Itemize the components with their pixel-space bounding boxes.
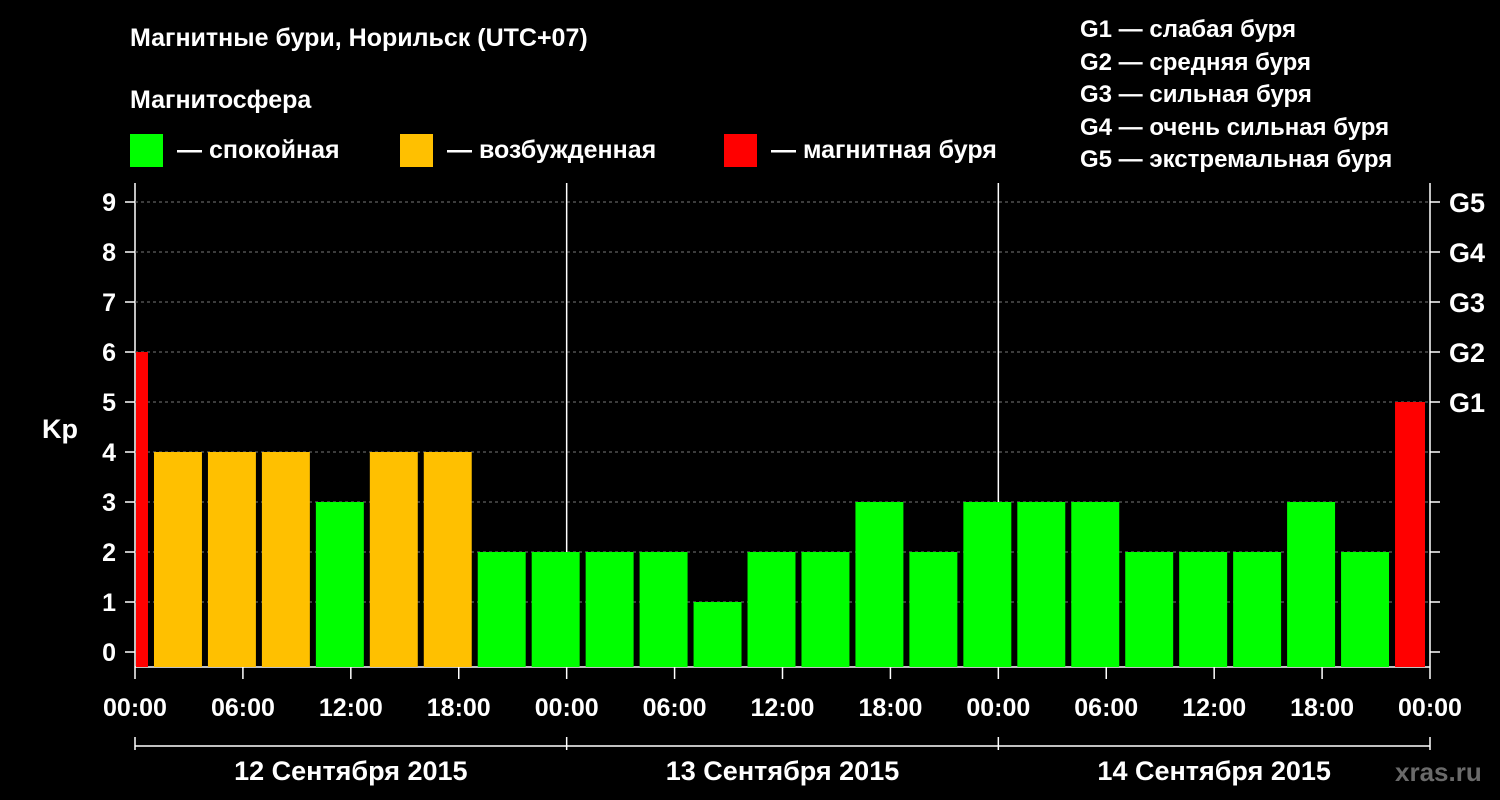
watermark: xras.ru: [1395, 757, 1482, 787]
x-tick-label-4: 00:00: [535, 694, 599, 722]
x-tick-label-8: 00:00: [966, 694, 1030, 722]
x-tick-label-5: 06:00: [643, 694, 707, 722]
kp-bar-20: [1179, 552, 1228, 667]
date-label-0: 12 Сентября 2015: [234, 756, 467, 786]
g-level-label-g4: G4: [1449, 238, 1485, 268]
y-axis-label: Kp: [42, 414, 78, 444]
kp-bar-11: [693, 602, 742, 667]
g-level-label-g5: G5: [1449, 188, 1485, 218]
kp-bar-21: [1233, 552, 1282, 667]
kp-bar-9: [585, 552, 634, 667]
date-label-1: 13 Сентября 2015: [666, 756, 899, 786]
kp-bar-24: [1395, 402, 1425, 667]
x-tick-label-9: 06:00: [1074, 694, 1138, 722]
date-label-2: 14 Сентября 2015: [1097, 756, 1330, 786]
kp-bar-6: [423, 452, 472, 667]
kp-bar-16: [963, 502, 1012, 667]
y-tick-label-5: 5: [102, 389, 116, 417]
kp-bar-7: [477, 552, 526, 667]
g-level-label-g2: G2: [1449, 338, 1485, 368]
kp-bar-3: [261, 452, 310, 667]
kp-bar-8: [531, 552, 580, 667]
y-tick-label-0: 0: [102, 639, 116, 667]
kp-bar-5: [369, 452, 418, 667]
x-tick-label-6: 12:00: [751, 694, 815, 722]
y-tick-label-2: 2: [102, 539, 116, 567]
x-tick-label-2: 12:00: [319, 694, 383, 722]
x-tick-label-7: 18:00: [858, 694, 922, 722]
kp-bar-18: [1071, 502, 1120, 667]
kp-bar-15: [909, 552, 958, 667]
y-tick-label-9: 9: [102, 189, 116, 217]
kp-bar-0: [136, 352, 148, 667]
kp-bar-chart: 0 1 2 3 4 5 6 7 8 9 G1 G2 G3 G4 G5 Kp 00:00 06:00 12:00 18:…: [42, 183, 1485, 786]
y-tick-label-6: 6: [102, 339, 116, 367]
kp-bar-19: [1125, 552, 1174, 667]
g-level-label-g3: G3: [1449, 288, 1485, 318]
kp-bar-23: [1341, 552, 1390, 667]
kp-bar-12: [747, 552, 796, 667]
y-tick-label-8: 8: [102, 239, 116, 267]
x-tick-label-11: 18:00: [1290, 694, 1354, 722]
kp-bar-13: [801, 552, 850, 667]
x-tick-label-0: 00:00: [103, 694, 167, 722]
x-tick-label-3: 18:00: [427, 694, 491, 722]
y-tick-label-1: 1: [102, 589, 116, 617]
kp-bar-2: [207, 452, 256, 667]
y-tick-label-3: 3: [102, 489, 116, 517]
y-tick-label-4: 4: [102, 439, 116, 467]
x-tick-label-12: 00:00: [1398, 694, 1462, 722]
x-tick-label-10: 12:00: [1182, 694, 1246, 722]
kp-bar-14: [855, 502, 904, 667]
kp-bar-10: [639, 552, 688, 667]
kp-bar-1: [153, 452, 202, 667]
kp-bar-17: [1017, 502, 1066, 667]
x-tick-label-1: 06:00: [211, 694, 275, 722]
kp-bar-22: [1287, 502, 1336, 667]
y-tick-label-7: 7: [102, 289, 116, 317]
kp-bar-4: [315, 502, 364, 667]
g-level-label-g1: G1: [1449, 388, 1485, 418]
